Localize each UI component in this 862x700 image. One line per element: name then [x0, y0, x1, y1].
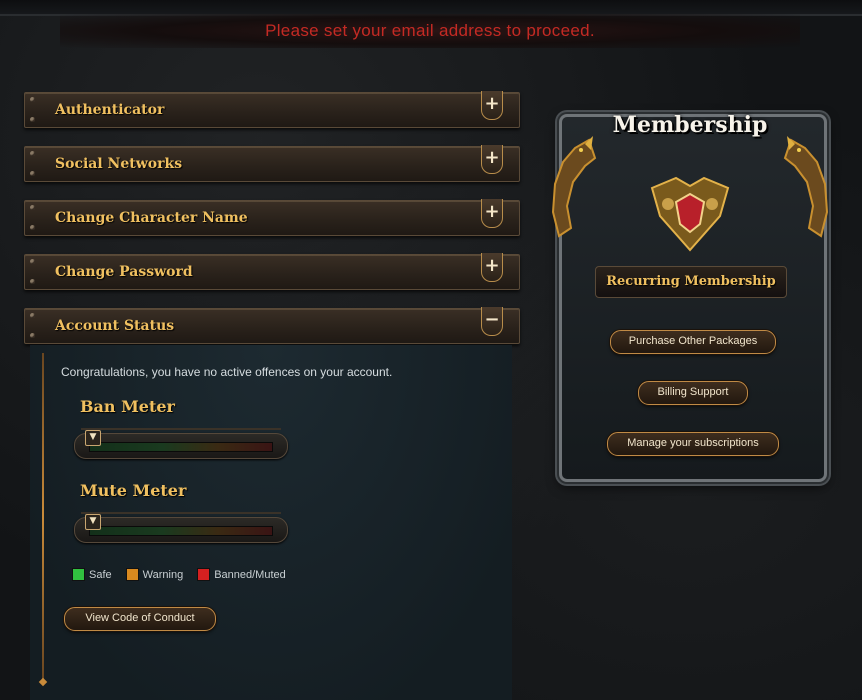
accordion-label: Social Networks: [55, 156, 183, 172]
meter-topline: [81, 428, 281, 430]
accordion-social-networks[interactable]: Social Networks +: [24, 145, 520, 182]
ban-meter-track: [89, 442, 273, 452]
legend-label: Warning: [142, 568, 184, 581]
collapse-minus-icon[interactable]: −: [481, 307, 503, 336]
rivet: [30, 225, 35, 230]
right-dragon-icon: [783, 136, 829, 238]
accordion-account-status[interactable]: Account Status −: [24, 307, 520, 344]
rivet: [30, 259, 35, 264]
rivet: [30, 97, 35, 102]
accordion-label: Authenticator: [55, 102, 165, 118]
legend-item-banned: Banned/Muted: [197, 568, 286, 581]
ban-meter-pointer-icon: ▼: [85, 430, 101, 446]
mute-meter: ▼: [74, 512, 288, 543]
expand-plus-icon[interactable]: +: [481, 145, 503, 174]
rivet: [30, 279, 35, 284]
left-dragon-icon: [551, 136, 597, 238]
mute-meter-pointer-icon: ▼: [85, 514, 101, 530]
legend-label: Banned/Muted: [214, 568, 286, 581]
membership-crest-icon: [650, 176, 730, 252]
banned-swatch-icon: [197, 568, 211, 581]
rivet: [30, 205, 35, 210]
panel-divider: [42, 353, 44, 679]
view-code-of-conduct-button[interactable]: View Code of Conduct: [64, 607, 216, 631]
accordion-change-character-name[interactable]: Change Character Name +: [24, 199, 520, 236]
accordion-authenticator[interactable]: Authenticator +: [24, 91, 520, 128]
rivet: [30, 171, 35, 176]
purchase-other-packages-button[interactable]: Purchase Other Packages: [610, 330, 776, 354]
mute-meter-title: Mute Meter: [80, 481, 187, 500]
legend-label: Safe: [89, 568, 112, 581]
membership-panel: Membership Recurring Membership Purchase…: [545, 100, 835, 490]
accordion-label: Account Status: [55, 318, 175, 334]
rivet: [30, 333, 35, 338]
membership-title: Membership: [612, 112, 768, 138]
expand-plus-icon[interactable]: +: [481, 199, 503, 228]
rivet: [30, 151, 35, 156]
email-alert-banner: Please set your email address to proceed…: [60, 14, 800, 48]
rivet: [30, 313, 35, 318]
safe-swatch-icon: [72, 568, 85, 581]
manage-subscriptions-button[interactable]: Manage your subscriptions: [607, 432, 779, 456]
rivet: [30, 117, 35, 122]
warning-swatch-icon: [125, 568, 139, 581]
legend-item-safe: Safe: [72, 568, 112, 581]
meter-topline: [81, 512, 281, 514]
accordion-label: Change Character Name: [55, 210, 248, 226]
meter-legend: Safe Warning Banned/Muted: [72, 568, 286, 581]
ban-meter-title: Ban Meter: [80, 397, 175, 416]
status-message: Congratulations, you have no active offe…: [61, 365, 393, 379]
legend-item-warning: Warning: [125, 568, 184, 581]
accordion-label: Change Password: [55, 264, 193, 280]
expand-plus-icon[interactable]: +: [481, 253, 503, 282]
expand-plus-icon[interactable]: +: [481, 91, 503, 120]
mute-meter-track: [89, 526, 273, 536]
billing-support-button[interactable]: Billing Support: [638, 381, 748, 405]
recurring-membership-banner: Recurring Membership: [595, 266, 787, 298]
ban-meter: ▼: [74, 428, 288, 459]
accordion-change-password[interactable]: Change Password +: [24, 253, 520, 290]
account-status-panel: Congratulations, you have no active offe…: [30, 345, 512, 700]
